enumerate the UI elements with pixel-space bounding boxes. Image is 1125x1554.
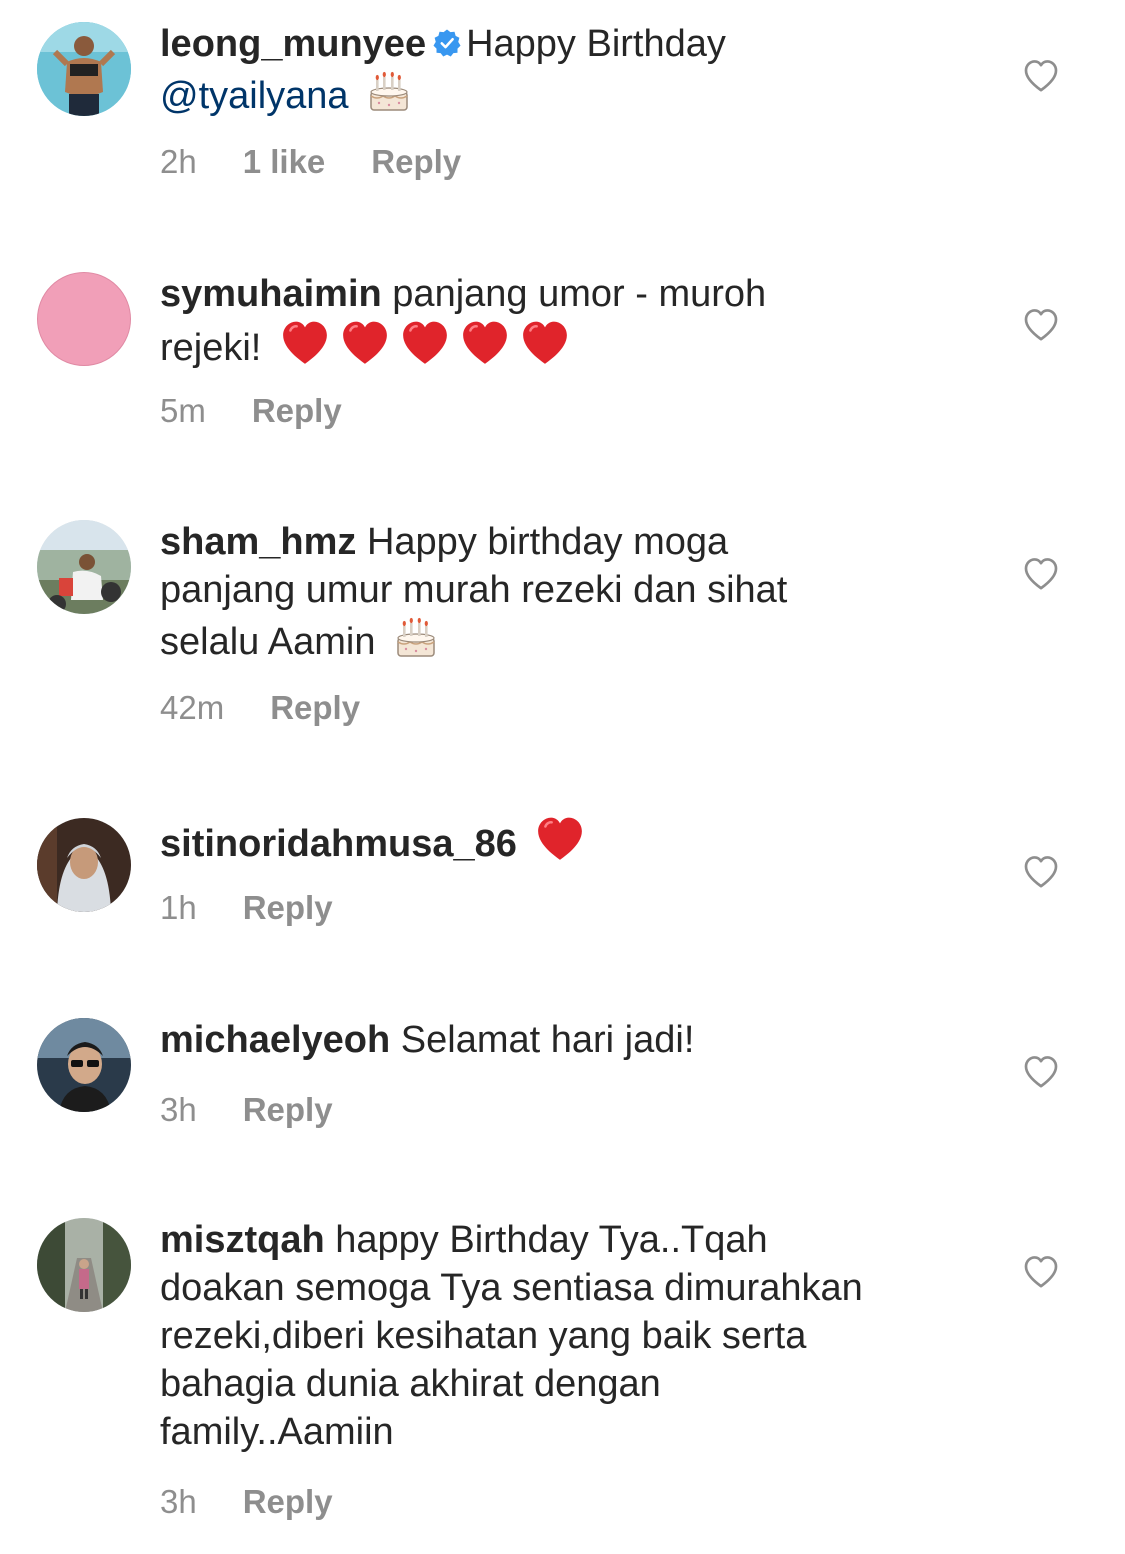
comment-text: panjang umor - muroh	[392, 273, 767, 315]
reply-button[interactable]: Reply	[243, 1090, 333, 1130]
birthday-cake-emoji	[392, 614, 440, 662]
reply-button[interactable]: Reply	[243, 888, 333, 928]
comment-body: symuhaimin panjang umor - muroh rejeki!	[160, 270, 980, 372]
comment-item: misztqah happy Birthday Tya..Tqah doakan…	[0, 1196, 1125, 1554]
verified-badge-icon	[433, 29, 461, 57]
comment-text: doakan semoga Tya sentiasa dimurahkan	[160, 1267, 863, 1309]
red-heart-emoji	[338, 318, 392, 368]
like-heart-icon[interactable]	[1021, 305, 1061, 345]
avatar[interactable]	[37, 272, 131, 366]
red-heart-emoji	[458, 318, 512, 368]
avatar[interactable]	[37, 818, 131, 912]
comment-body: misztqah happy Birthday Tya..Tqah doakan…	[160, 1216, 980, 1456]
comment-username[interactable]: michaelyeoh	[160, 1019, 390, 1061]
comment-meta: 5m Reply	[160, 391, 388, 431]
comment-meta: 3h Reply	[160, 1482, 379, 1522]
red-heart-emoji	[278, 318, 332, 368]
avatar[interactable]	[37, 1218, 131, 1312]
reply-button[interactable]: Reply	[371, 142, 461, 182]
comment-time: 2h	[160, 143, 197, 180]
comment-body: leong_munyee Happy Birthday @tyailyana	[160, 20, 980, 120]
mention-link[interactable]: @tyailyana	[160, 75, 349, 117]
comment-meta: 1h Reply	[160, 888, 379, 928]
comment-body: sitinoridahmusa_86	[160, 814, 980, 868]
comment-item: symuhaimin panjang umor - muroh rejeki! …	[0, 250, 1125, 480]
comment-time: 3h	[160, 1483, 197, 1520]
comment-username[interactable]: misztqah	[160, 1219, 325, 1261]
comment-meta: 42m Reply	[160, 688, 406, 728]
like-count[interactable]: 1 like	[243, 142, 326, 182]
like-heart-icon[interactable]	[1021, 1252, 1061, 1292]
comment-username[interactable]: symuhaimin	[160, 273, 382, 315]
comment-text: rejeki!	[160, 327, 262, 369]
comment-text: bahagia dunia akhirat dengan	[160, 1363, 661, 1405]
comment-username[interactable]: sitinoridahmusa_86	[160, 823, 517, 865]
comment-time: 42m	[160, 689, 225, 726]
red-heart-emojis	[272, 327, 572, 369]
comment-item: sitinoridahmusa_86 1h Reply	[0, 796, 1125, 986]
red-heart-emoji	[518, 318, 572, 368]
comment-meta: 2h 1 like Reply	[160, 142, 507, 182]
like-heart-icon[interactable]	[1021, 56, 1061, 96]
comment-item: michaelyeoh Selamat hari jadi! 3h Reply	[0, 996, 1125, 1186]
comment-text: rezeki,diberi kesihatan yang baik serta	[160, 1315, 807, 1357]
like-heart-icon[interactable]	[1021, 1052, 1061, 1092]
red-heart-emoji	[533, 814, 587, 864]
comment-text: panjang umur murah rezeki dan sihat	[160, 569, 788, 611]
comment-item: leong_munyee Happy Birthday @tyailyana 2…	[0, 0, 1125, 230]
like-heart-icon[interactable]	[1021, 554, 1061, 594]
comment-meta: 3h Reply	[160, 1090, 379, 1130]
red-heart-emoji	[398, 318, 452, 368]
comment-time: 5m	[160, 392, 206, 429]
comment-text: Happy Birthday	[466, 23, 726, 65]
avatar[interactable]	[37, 1018, 131, 1112]
comment-text: Happy birthday moga	[366, 521, 729, 563]
reply-button[interactable]: Reply	[243, 1482, 333, 1522]
avatar[interactable]	[37, 22, 131, 116]
like-heart-icon[interactable]	[1021, 852, 1061, 892]
avatar[interactable]	[37, 520, 131, 614]
comment-username[interactable]: leong_munyee	[160, 23, 426, 65]
reply-button[interactable]: Reply	[270, 688, 360, 728]
comment-text: Selamat hari jadi!	[400, 1019, 695, 1061]
comment-body: michaelyeoh Selamat hari jadi!	[160, 1016, 980, 1064]
comment-text: happy Birthday Tya..Tqah	[335, 1219, 768, 1261]
comment-item: sham_hmz Happy birthday moga panjang umu…	[0, 498, 1125, 768]
comment-text: family..Aamiin	[160, 1411, 394, 1453]
birthday-cake-emoji	[365, 68, 413, 116]
comment-username[interactable]: sham_hmz	[160, 521, 356, 563]
comment-time: 1h	[160, 889, 197, 926]
comment-text: selalu Aamin	[160, 621, 376, 663]
reply-button[interactable]: Reply	[252, 391, 342, 431]
comment-body: sham_hmz Happy birthday moga panjang umu…	[160, 518, 980, 666]
comment-time: 3h	[160, 1091, 197, 1128]
